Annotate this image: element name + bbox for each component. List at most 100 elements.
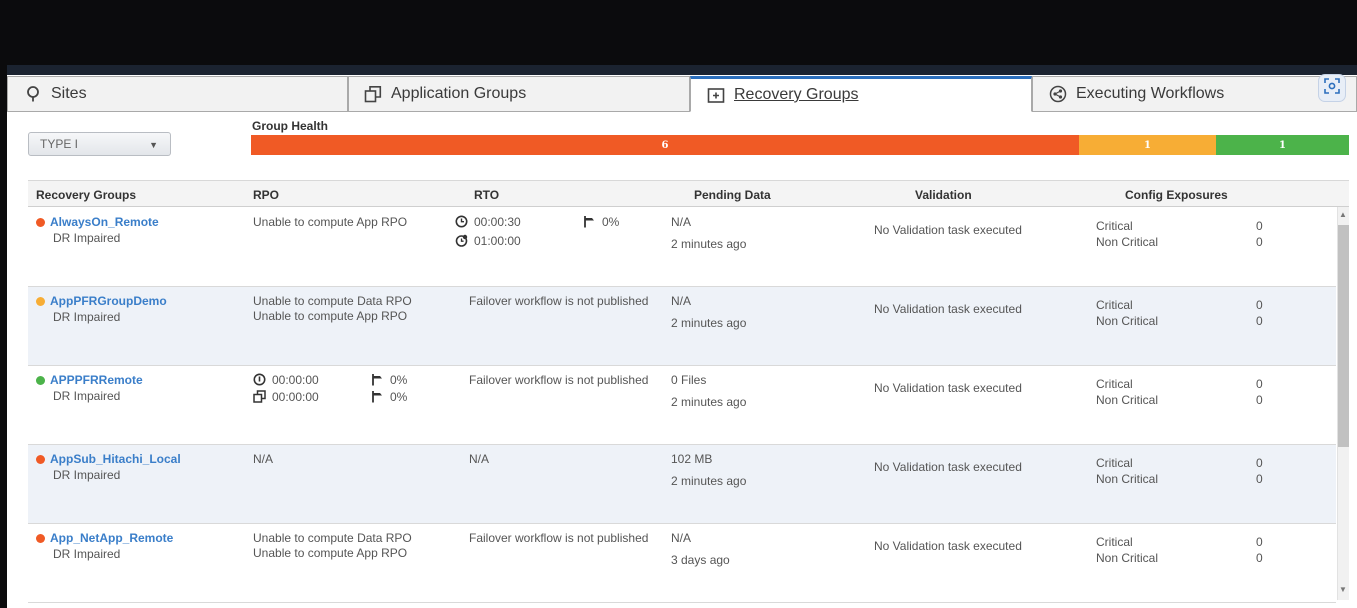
column-header-rpo[interactable]: RPO <box>253 188 279 202</box>
data-clock-icon <box>253 373 266 386</box>
status-dot-green <box>36 376 45 385</box>
clock-icon <box>455 215 468 228</box>
critical-label: Critical <box>1096 298 1133 312</box>
recovery-groups-table: Recovery Groups RPO RTO Pending Data Val… <box>28 180 1349 603</box>
pending-data: 0 Files <box>671 373 707 387</box>
app-header-bar <box>0 0 1357 65</box>
status-text: DR Impaired <box>53 231 121 245</box>
recovery-group-link[interactable]: App_NetApp_Remote <box>50 531 173 545</box>
pending-data: N/A <box>671 215 692 229</box>
critical-count: 0 <box>1256 377 1263 391</box>
recovery-group-link[interactable]: AppPFRGroupDemo <box>50 294 167 308</box>
table-row[interactable]: AlwaysOn_Remote DR Impaired Unable to co… <box>28 208 1336 287</box>
workflow-icon <box>1049 85 1067 103</box>
noncritical-count: 0 <box>1256 551 1263 565</box>
health-segment-warning[interactable]: 1 <box>1079 135 1216 155</box>
group-health-label: Group Health <box>252 119 329 133</box>
rpo-text: Unable to compute Data RPO <box>253 294 412 308</box>
rpo-text: N/A <box>253 452 274 466</box>
column-header-rto[interactable]: RTO <box>474 188 499 202</box>
rto-text: N/A <box>469 452 490 466</box>
pending-time: 2 minutes ago <box>671 237 747 251</box>
pending-data: N/A <box>671 294 692 308</box>
noncritical-count: 0 <box>1256 314 1263 328</box>
status-dot-red <box>36 218 45 227</box>
pending-time: 2 minutes ago <box>671 395 747 409</box>
rto-text: Failover workflow is not published <box>469 294 649 308</box>
tab-bar: Sites Application Groups Recovery Groups… <box>7 76 1357 112</box>
copy-icon <box>253 390 266 403</box>
table-row[interactable]: AppSub_Hitachi_Local DR Impaired N/A N/A… <box>28 445 1336 524</box>
validation-text: No Validation task executed <box>874 223 1022 237</box>
tab-application-groups[interactable]: Application Groups <box>348 76 690 112</box>
table-header: Recovery Groups RPO RTO Pending Data Val… <box>28 180 1349 207</box>
rto-text: Failover workflow is not published <box>469 373 649 387</box>
noncritical-label: Non Critical <box>1096 393 1159 407</box>
recovery-group-link[interactable]: APPPFRRemote <box>50 373 143 387</box>
rpo-percent: 0% <box>390 373 408 387</box>
rto-percent: 0% <box>602 215 620 229</box>
tab-recovery-groups-label: Recovery Groups <box>734 86 859 103</box>
status-text: DR Impaired <box>53 547 121 561</box>
type-filter-select[interactable]: TYPE I ▼ <box>28 132 171 156</box>
rpo-text: Unable to compute Data RPO <box>253 531 412 545</box>
flag-icon <box>371 390 384 403</box>
noncritical-label: Non Critical <box>1096 472 1159 486</box>
status-text: DR Impaired <box>53 310 121 324</box>
status-text: DR Impaired <box>53 468 121 482</box>
validation-text: No Validation task executed <box>874 302 1022 316</box>
column-header-validation[interactable]: Validation <box>915 188 972 202</box>
plus-box-icon <box>707 86 725 104</box>
clock-restore-icon <box>455 234 468 247</box>
status-dot-red <box>36 455 45 464</box>
pending-data: N/A <box>671 531 692 545</box>
recovery-group-link[interactable]: AppSub_Hitachi_Local <box>50 452 181 466</box>
rpo-time: 00:00:00 <box>272 373 319 387</box>
validation-text: No Validation task executed <box>874 460 1022 474</box>
critical-count: 0 <box>1256 535 1263 549</box>
rpo-text: Unable to compute App RPO <box>253 546 408 560</box>
column-header-config-exposures[interactable]: Config Exposures <box>1125 188 1228 202</box>
location-pin-icon <box>24 85 42 103</box>
health-critical-count: 6 <box>661 139 669 151</box>
critical-label: Critical <box>1096 377 1133 391</box>
health-healthy-count: 1 <box>1279 139 1286 151</box>
flag-icon <box>583 215 596 228</box>
rto-time: 00:00:30 <box>474 215 521 229</box>
dropdown-arrow-icon: ▼ <box>149 140 158 150</box>
flag-icon <box>371 373 384 386</box>
capture-button[interactable] <box>1318 74 1346 102</box>
pending-time: 3 days ago <box>671 553 730 567</box>
tab-sites-label: Sites <box>51 85 87 102</box>
scroll-up-arrow-icon[interactable]: ▲ <box>1339 210 1347 219</box>
group-health-bar: 6 1 1 <box>251 135 1349 155</box>
status-text: DR Impaired <box>53 389 121 403</box>
table-row[interactable]: App_NetApp_Remote DR Impaired Unable to … <box>28 524 1336 603</box>
rto-text: Failover workflow is not published <box>469 531 649 545</box>
tab-executing-workflows-label: Executing Workflows <box>1076 85 1225 102</box>
critical-count: 0 <box>1256 219 1263 233</box>
health-segment-critical[interactable]: 6 <box>251 135 1079 155</box>
pending-time: 2 minutes ago <box>671 474 747 488</box>
header-strip <box>7 65 1357 75</box>
recovery-group-link[interactable]: AlwaysOn_Remote <box>50 215 159 229</box>
health-segment-healthy[interactable]: 1 <box>1216 135 1349 155</box>
table-row[interactable]: APPPFRRemote DR Impaired 00:00:00 0% 00:… <box>28 366 1336 445</box>
column-header-pending-data[interactable]: Pending Data <box>694 188 771 202</box>
noncritical-label: Non Critical <box>1096 235 1159 249</box>
tab-sites[interactable]: Sites <box>7 76 348 112</box>
critical-count: 0 <box>1256 298 1263 312</box>
scrollbar-thumb[interactable] <box>1338 225 1349 447</box>
critical-label: Critical <box>1096 456 1133 470</box>
pending-data: 102 MB <box>671 452 713 466</box>
pending-time: 2 minutes ago <box>671 316 747 330</box>
noncritical-count: 0 <box>1256 472 1263 486</box>
tab-executing-workflows[interactable]: Executing Workflows <box>1032 76 1357 112</box>
table-row[interactable]: AppPFRGroupDemo DR Impaired Unable to co… <box>28 287 1336 366</box>
copy-icon <box>364 85 382 103</box>
rto-target: 01:00:00 <box>474 234 521 248</box>
scroll-down-arrow-icon[interactable]: ▼ <box>1339 585 1347 594</box>
column-header-recovery-groups[interactable]: Recovery Groups <box>36 188 136 202</box>
rpo-text: Unable to compute App RPO <box>253 309 408 323</box>
tab-recovery-groups[interactable]: Recovery Groups <box>690 76 1032 112</box>
